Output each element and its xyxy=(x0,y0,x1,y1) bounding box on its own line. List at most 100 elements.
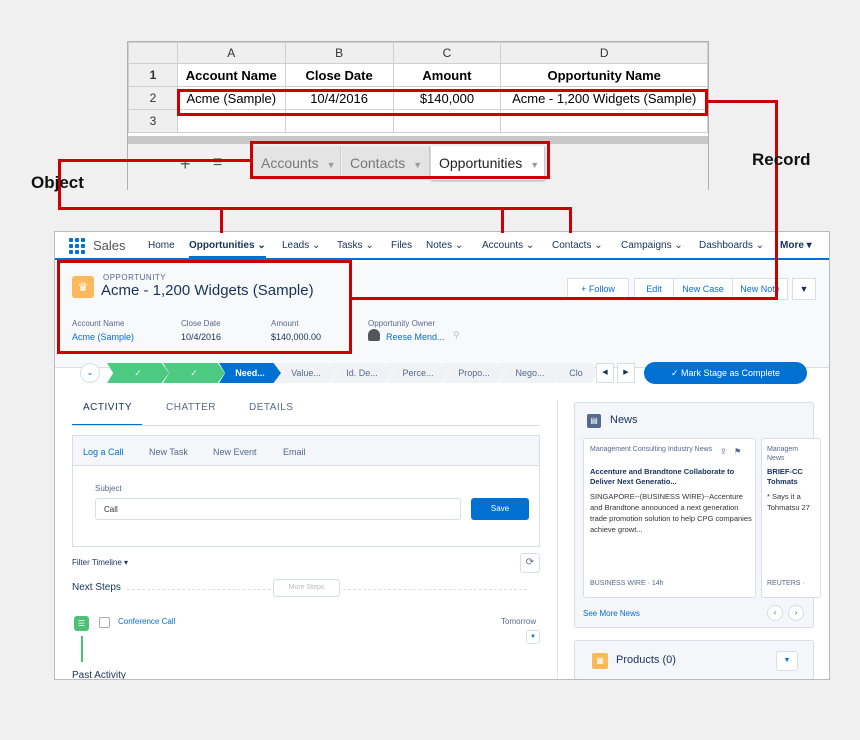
path-prev-icon[interactable]: ◀ xyxy=(596,363,614,383)
change-owner-icon[interactable]: ⚲ xyxy=(453,330,460,341)
activity-publisher: Log a Call New Task New Event Email Subj… xyxy=(72,435,540,547)
record-line-top xyxy=(706,100,778,103)
news-source: REUTERS · xyxy=(767,580,805,587)
tab-chatter[interactable]: CHATTER xyxy=(166,402,216,413)
app-launcher-icon[interactable] xyxy=(69,238,85,254)
publisher-tab-new-event[interactable]: New Event xyxy=(213,447,257,457)
news-prev-icon[interactable]: ‹ xyxy=(767,605,783,621)
nav-contacts[interactable]: Contacts ⌄ xyxy=(552,240,603,251)
share-icon[interactable]: ⇪ xyxy=(720,447,727,456)
nav-label: Campaigns xyxy=(621,240,672,251)
task-subject-link[interactable]: Conference Call xyxy=(118,617,175,626)
news-body: * Says it a Tohmatsu 27 xyxy=(767,492,810,512)
field-value-owner[interactable]: Reese Mend... xyxy=(386,332,445,342)
next-steps-heading: Next Steps xyxy=(72,582,121,593)
save-button[interactable]: Save xyxy=(471,498,529,520)
nav-label: Tasks xyxy=(337,240,363,251)
row-number-2[interactable]: 2 xyxy=(128,86,178,110)
past-activity-heading: Past Activity xyxy=(72,670,126,680)
tab-activity[interactable]: ACTIVITY xyxy=(83,402,132,413)
mark-stage-complete-button[interactable]: ✓ Mark Stage as Complete xyxy=(644,362,807,384)
filter-timeline[interactable]: Filter Timeline ▾ xyxy=(72,558,128,567)
cell-b1[interactable]: Close Date xyxy=(284,63,394,87)
more-actions-button[interactable]: ▼ xyxy=(792,278,816,300)
news-source: BUSINESS WIRE · 14h xyxy=(590,580,664,587)
path-stage-current[interactable]: Need... xyxy=(219,363,281,383)
subject-input[interactable]: Call xyxy=(95,498,461,520)
filter-timeline-label: Filter Timeline xyxy=(72,558,122,567)
path-stage-negotiation[interactable]: Nego... xyxy=(499,363,561,383)
flag-icon[interactable]: ⚑ xyxy=(734,447,741,456)
refresh-icon[interactable]: ⟳ xyxy=(520,553,540,573)
object-drop-3 xyxy=(569,207,572,233)
news-article-1[interactable]: Management Consulting Industry News ⇪ ⚑ … xyxy=(583,438,756,598)
corner-cell[interactable] xyxy=(128,42,178,64)
path-stage-perception[interactable]: Perce... xyxy=(387,363,449,383)
col-header-a[interactable]: A xyxy=(176,42,286,64)
col-header-b[interactable]: B xyxy=(284,42,394,64)
news-headline[interactable]: BRIEF-CC Tohmats xyxy=(767,467,815,487)
path-stage-closed[interactable]: Clo xyxy=(555,363,597,383)
col-header-c[interactable]: C xyxy=(392,42,502,64)
tab-details[interactable]: DETAILS xyxy=(249,402,293,413)
publisher-tab-email[interactable]: Email xyxy=(283,447,306,457)
task-icon: ☰ xyxy=(74,616,89,631)
nav-label: Dashboards xyxy=(699,240,753,251)
news-article-2[interactable]: Managem News BRIEF-CC Tohmats * Says it … xyxy=(761,438,821,598)
news-headline[interactable]: Accenture and Brandtone Collaborate to D… xyxy=(590,467,750,487)
col-header-d[interactable]: D xyxy=(500,42,708,64)
news-title: News xyxy=(610,414,638,426)
nav-more[interactable]: More ▾ xyxy=(780,240,812,251)
nav-opportunities[interactable]: Opportunities ⌄ xyxy=(189,240,266,259)
products-icon: ▦ xyxy=(592,653,608,669)
path-next-icon[interactable]: ▶ xyxy=(617,363,635,383)
all-sheets-button[interactable]: ≡ xyxy=(213,154,222,172)
add-sheet-button[interactable]: + xyxy=(180,154,191,175)
news-next-icon[interactable]: › xyxy=(788,605,804,621)
record-line-bottom xyxy=(350,297,778,300)
nav-home[interactable]: Home xyxy=(148,240,175,251)
path-stage-2[interactable]: ✓ xyxy=(163,363,225,383)
see-more-news-link[interactable]: See More News xyxy=(583,609,640,618)
nav-accounts[interactable]: Accounts ⌄ xyxy=(482,240,534,251)
task-due-date: Tomorrow xyxy=(501,617,537,626)
cell-d1[interactable]: Opportunity Name xyxy=(500,63,708,87)
task-checkbox[interactable] xyxy=(99,617,110,628)
path-stage-1[interactable]: ✓ xyxy=(107,363,169,383)
products-menu-icon[interactable]: ▼ xyxy=(776,651,798,671)
record-highlight-sf xyxy=(57,260,352,354)
more-steps-button[interactable]: More Steps xyxy=(273,579,340,597)
nav-campaigns[interactable]: Campaigns ⌄ xyxy=(621,240,683,251)
nav-label: Accounts xyxy=(482,240,524,251)
nav-leads[interactable]: Leads ⌄ xyxy=(282,240,320,251)
cell-a1[interactable]: Account Name xyxy=(176,63,286,87)
cell-c1[interactable]: Amount xyxy=(392,63,502,87)
path-stage-value[interactable]: Value... xyxy=(275,363,337,383)
publisher-tab-log-call[interactable]: Log a Call xyxy=(83,447,124,457)
news-category: Managem News xyxy=(767,446,799,462)
collapse-path-icon[interactable]: ⌄ xyxy=(80,363,100,383)
nav-files[interactable]: Files xyxy=(391,240,412,251)
nav-label: More xyxy=(780,240,804,251)
nav-tasks[interactable]: Tasks ⌄ xyxy=(337,240,374,251)
row-number-3[interactable]: 3 xyxy=(128,109,178,133)
news-body: SINGAPORE--(BUSINESS WIRE)--Accenture an… xyxy=(590,492,752,534)
nav-notes[interactable]: Notes ⌄ xyxy=(426,240,463,251)
record-highlight-sheet xyxy=(177,89,708,116)
spreadsheet-grid: A B C D 1 Account Name Close Date Amount… xyxy=(128,42,708,133)
publisher-tab-new-task[interactable]: New Task xyxy=(149,447,188,457)
path-stage-proposal[interactable]: Propo... xyxy=(443,363,505,383)
object-line-bottom xyxy=(58,207,572,210)
news-icon: ▤ xyxy=(587,414,601,428)
task-menu-icon[interactable]: ▼ xyxy=(526,630,540,644)
products-title[interactable]: Products (0) xyxy=(616,654,676,666)
avatar xyxy=(368,329,380,341)
products-card: ▦ Products (0) ▼ xyxy=(574,640,814,679)
row-number-1[interactable]: 1 xyxy=(128,63,178,87)
object-label: Object xyxy=(31,173,84,192)
object-drop-2 xyxy=(501,207,504,233)
object-drop-1 xyxy=(220,207,223,233)
path-stage-id[interactable]: Id. De... xyxy=(331,363,393,383)
nav-dashboards[interactable]: Dashboards ⌄ xyxy=(699,240,764,251)
news-category: Management Consulting Industry News xyxy=(590,446,713,453)
